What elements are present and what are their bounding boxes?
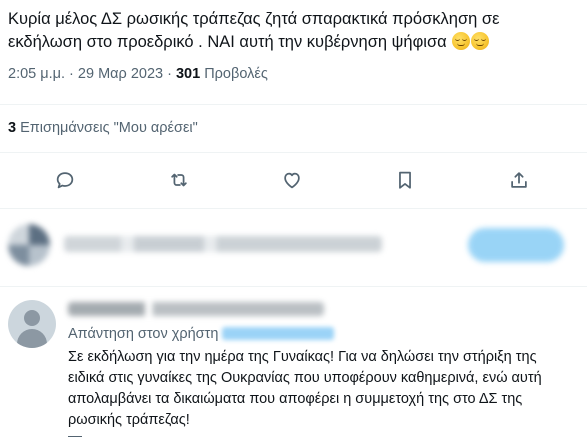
blurred-reply-button[interactable] [468,228,564,262]
reply-footer-icon[interactable] [68,436,82,440]
blurred-avatar [8,224,50,266]
likes-count: 3 [8,120,17,136]
share-button[interactable] [506,167,532,193]
views-label: Προβολές [200,66,268,82]
default-avatar[interactable] [8,300,56,348]
views-count: 301 [175,66,201,82]
action-bar [0,163,587,197]
like-button[interactable] [279,167,305,193]
relieved-face-emoji-icon [471,32,490,50]
divider [0,208,587,209]
bookmark-icon [399,171,411,189]
bookmark-button[interactable] [392,167,418,193]
tweet-time[interactable]: 2:05 μ.μ. [8,66,65,82]
retweet-button[interactable] [166,167,192,193]
blurred-author-name [68,302,324,316]
divider [0,152,587,153]
tweet-meta: 2:05 μ.μ. · 29 Μαρ 2023 · 301 Προβολές [8,66,268,82]
meta-separator: · [65,66,78,82]
divider [0,286,587,287]
reply-text: Σε εκδήλωση για την ημέρα της Γυναίκας! … [68,349,542,428]
meta-separator: · [163,66,176,82]
reply-tweet[interactable]: Απάντηση στον χρήστη Σε εκδήλωση για την… [0,290,587,441]
tweet-body: Κυρία μέλος ΔΣ ρωσικής τράπεζας ζητά σπα… [8,10,500,51]
heart-icon [284,172,300,189]
share-upload-icon [511,172,527,188]
relieved-face-emoji-icon [452,32,471,50]
blurred-replying-handle[interactable] [222,327,335,340]
reply-bubble-icon [56,172,74,189]
likes-label: Επισημάνσεις "Μου αρέσει" [16,120,198,136]
reply-composer [0,216,587,280]
reply-button[interactable] [52,167,78,193]
tweet-date[interactable]: 29 Μαρ 2023 [78,66,163,82]
tweet-text: Κυρία μέλος ΔΣ ρωσικής τράπεζας ζητά σπα… [8,8,568,54]
blurred-reply-input[interactable] [64,236,382,252]
replying-to-label: Απάντηση στον χρήστη [68,326,219,342]
replying-to: Απάντηση στον χρήστη [68,326,335,342]
likes-link[interactable]: 3 Επισημάνσεις "Μου αρέσει" [8,120,198,136]
divider [0,104,587,105]
retweet-arrows-icon [171,173,187,187]
